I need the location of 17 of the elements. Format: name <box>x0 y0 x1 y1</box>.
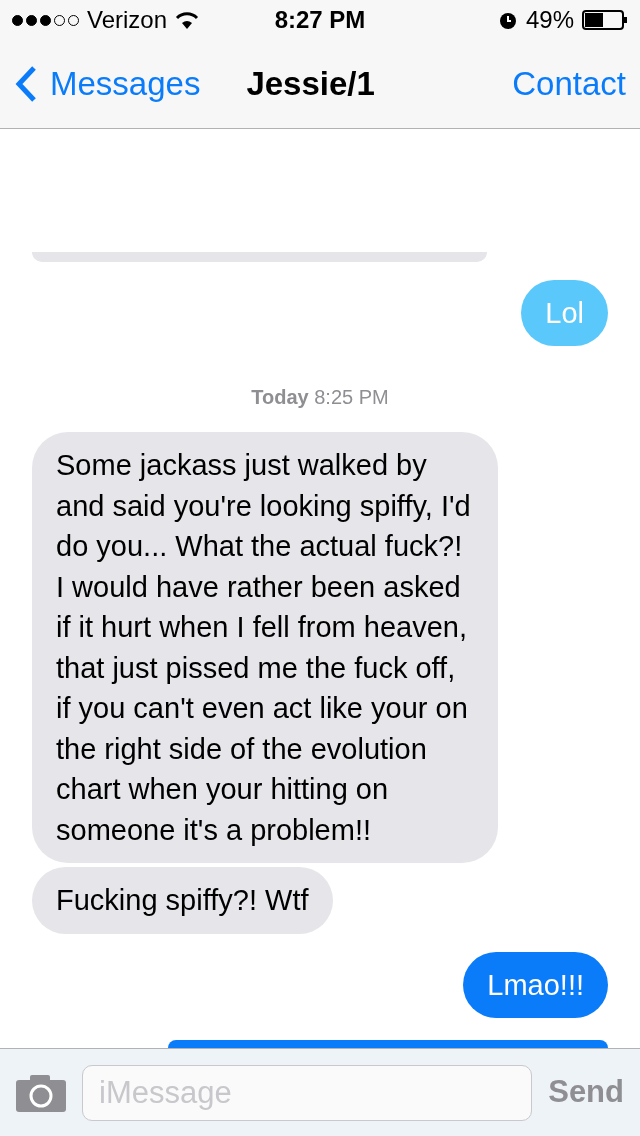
message-bubble: Lol <box>521 279 608 346</box>
battery-icon <box>582 10 628 30</box>
message-bubble: Some jackass just walked by and said you're looking spiffy, I'd do you... What the actual fuck?! I would have rather been asked if it hurt when I fell from heaven, that just pissed me the fuck off, if you can't even act like your on the right side of the evolution chart when your hitting on someone it's a problem!! <box>32 432 498 863</box>
status-time: 8:27 PM <box>274 5 366 35</box>
wifi-icon <box>175 11 200 29</box>
alarm-clock-icon <box>497 10 518 30</box>
chevron-left-icon <box>14 65 38 103</box>
contact-button[interactable]: Contact <box>512 59 626 109</box>
conversation-title: Jessie/1 <box>246 64 375 105</box>
back-button[interactable]: Messages <box>14 59 201 109</box>
carrier-name: Verizon <box>87 5 168 35</box>
send-button[interactable]: Send <box>548 1069 624 1116</box>
message-bubble: Lmao!!! <box>463 951 608 1018</box>
camera-icon[interactable] <box>16 1073 66 1112</box>
battery-percentage: 49% <box>525 5 574 35</box>
message-bubble: Fucking spiffy?! Wtf <box>32 867 333 934</box>
timestamp: Today 8:25 PM <box>251 385 389 410</box>
